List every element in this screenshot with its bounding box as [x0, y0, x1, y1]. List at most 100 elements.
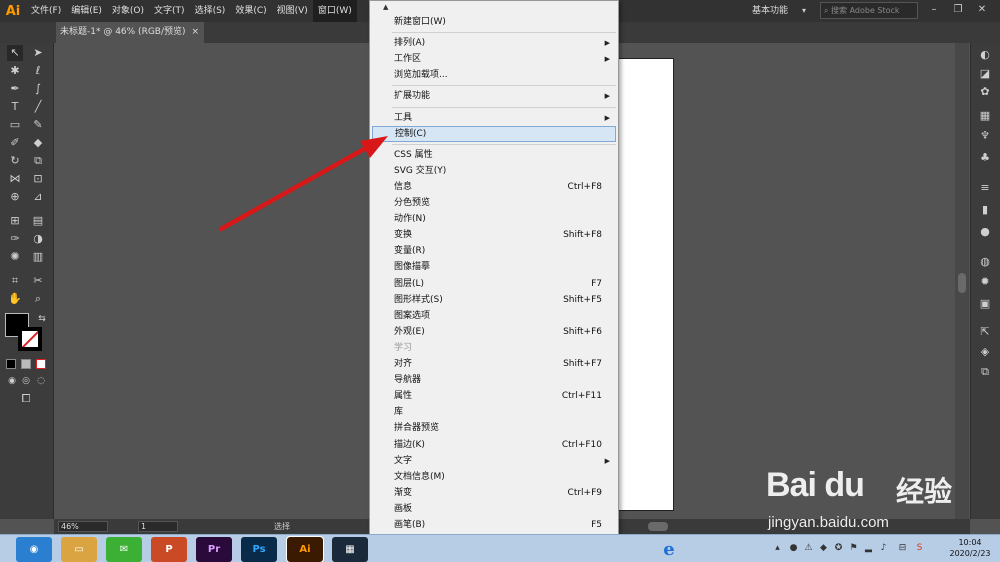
scroll-up-icon[interactable]: ▲ — [383, 3, 388, 11]
artboards-panel-icon[interactable]: ⧉ — [977, 364, 993, 380]
action-center-icon[interactable]: ⚑ — [848, 543, 859, 554]
eraser-tool-icon[interactable]: ◆ — [30, 135, 46, 151]
horizontal-scroll-thumb[interactable] — [648, 522, 668, 531]
direct-selection-tool-icon[interactable]: ➤ — [30, 45, 46, 61]
menu-edit[interactable]: 编辑(E) — [66, 0, 107, 22]
window-menu-item[interactable]: 库 — [372, 404, 616, 420]
chevron-down-icon[interactable]: ▾ — [802, 3, 806, 19]
minimize-icon[interactable]: – — [924, 2, 944, 18]
internet-explorer-button[interactable]: e — [651, 537, 687, 562]
curvature-tool-icon[interactable]: ∫ — [30, 81, 46, 97]
zoom-tool-icon[interactable]: ⌕ — [30, 291, 46, 307]
close-icon[interactable]: ✕ — [972, 2, 992, 18]
stroke-color-swatch[interactable] — [18, 327, 42, 351]
window-menu-item[interactable]: 画笔(B) F5 — [372, 517, 616, 533]
sogou-ime-icon[interactable]: S — [914, 543, 925, 554]
shape-builder-tool-icon[interactable]: ⊕ — [7, 189, 23, 205]
artboard[interactable] — [612, 58, 674, 511]
layers-panel-icon[interactable]: ◈ — [977, 344, 993, 360]
window-menu-item[interactable]: 画板 — [372, 501, 616, 517]
symbols-panel-icon[interactable]: ♣ — [977, 150, 993, 166]
document-tab[interactable]: 未标题-1* @ 46% (RGB/预览) × — [56, 22, 204, 43]
powerpoint-taskbar-button[interactable]: P — [151, 537, 187, 562]
width-tool-icon[interactable]: ⋈ — [7, 171, 23, 187]
swap-colors-icon[interactable]: ⇆ — [34, 311, 50, 327]
window-menu-item[interactable]: 扩展功能 ▶ — [372, 88, 616, 104]
artboard-tool-icon[interactable]: ⌗ — [7, 273, 23, 289]
volume-icon[interactable]: ♪ — [878, 543, 889, 554]
blend-tool-icon[interactable]: ◑ — [30, 231, 46, 247]
brushes-panel-icon[interactable]: ♆ — [977, 128, 993, 144]
illustrator-taskbar-button[interactable]: Ai — [286, 536, 324, 562]
menu-file[interactable]: 文件(F) — [26, 0, 66, 22]
window-menu-item[interactable]: 信息 Ctrl+F8 — [372, 179, 616, 195]
eyedropper-tool-icon[interactable]: ✑ — [7, 231, 23, 247]
video-editor-taskbar-button[interactable]: ▦ — [332, 537, 368, 562]
draw-inside-icon[interactable]: ◌ — [33, 373, 49, 389]
close-tab-icon[interactable]: × — [191, 22, 199, 43]
window-menu-item[interactable]: 外观(E) Shift+F6 — [372, 324, 616, 340]
transparency-panel-icon[interactable]: ● — [977, 224, 993, 240]
selection-tool-icon[interactable]: ↖ — [7, 45, 23, 61]
window-menu-item[interactable]: 文字 ▶ — [372, 453, 616, 469]
menu-window[interactable]: 窗口(W) — [312, 0, 357, 22]
vertical-scrollbar[interactable] — [955, 43, 969, 519]
layers-grid-icon[interactable]: ▣ — [977, 296, 993, 312]
window-menu-item[interactable]: 变量(R) — [372, 243, 616, 259]
pen-tool-icon[interactable]: ✒ — [7, 81, 23, 97]
hand-tool-icon[interactable]: ✋ — [7, 291, 23, 307]
menu-effect[interactable]: 效果(C) — [230, 0, 271, 22]
perspective-grid-tool-icon[interactable]: ⊿ — [30, 189, 46, 205]
window-menu-item[interactable]: 排列(A) ▶ — [372, 35, 616, 51]
none-mode-icon[interactable] — [36, 359, 46, 369]
window-menu-item[interactable]: 浏览加载项... — [372, 67, 616, 83]
workspace-switcher[interactable]: 基本功能 — [752, 3, 788, 19]
mesh-tool-icon[interactable]: ⊞ — [7, 213, 23, 229]
gradient-mode-icon[interactable] — [21, 359, 31, 369]
qq-tray-icon[interactable]: ● — [788, 543, 799, 554]
artboard-number-field[interactable]: 1 — [138, 521, 178, 532]
maximize-icon[interactable]: ❐ — [948, 2, 968, 18]
window-menu-item[interactable]: 工作区 ▶ — [372, 51, 616, 67]
stroke-panel-icon[interactable]: ≡ — [977, 180, 993, 196]
window-menu-item[interactable]: 拼合器预览 — [372, 420, 616, 436]
window-menu-item[interactable]: SVG 交互(Y) — [372, 163, 616, 179]
graphic-styles-icon[interactable]: ✹ — [977, 274, 993, 290]
network-status-icon[interactable]: ⚠ — [803, 543, 814, 554]
magic-wand-tool-icon[interactable]: ✱ — [7, 63, 23, 79]
window-menu-item[interactable]: 导航器 — [372, 372, 616, 388]
window-menu-item[interactable]: 控制(C) — [372, 125, 616, 142]
window-menu-item[interactable]: 变换 Shift+F8 — [372, 227, 616, 243]
browser-taskbar-button[interactable]: ◉ — [16, 537, 52, 562]
symbol-sprayer-tool-icon[interactable]: ✺ — [7, 249, 23, 265]
window-menu-item[interactable]: 工具 ▶ — [372, 110, 616, 126]
scale-tool-icon[interactable]: ⧉ — [30, 153, 46, 169]
shaper-tool-icon[interactable]: ✐ — [7, 135, 23, 151]
color-mode-icon[interactable] — [6, 359, 16, 369]
tray-chevron-icon[interactable]: ▴ — [772, 543, 783, 554]
sync-tray-icon[interactable]: ✪ — [833, 543, 844, 554]
type-tool-icon[interactable]: T — [7, 99, 23, 115]
wechat-taskbar-button[interactable]: ✉ — [106, 537, 142, 562]
window-menu-item[interactable]: CSS 属性 — [372, 147, 616, 163]
slice-tool-icon[interactable]: ✂ — [30, 273, 46, 289]
color-panel-icon[interactable]: ◐ — [977, 47, 993, 63]
window-menu-item[interactable]: 新建窗口(W) — [372, 14, 616, 30]
menu-type[interactable]: 文字(T) — [149, 0, 190, 22]
window-menu-item[interactable]: 图案选项 — [372, 308, 616, 324]
file-explorer-taskbar-button[interactable]: ▭ — [61, 537, 97, 562]
menu-object[interactable]: 对象(O) — [107, 0, 149, 22]
paintbrush-tool-icon[interactable]: ✎ — [30, 117, 46, 133]
premiere-taskbar-button[interactable]: Pr — [196, 537, 232, 562]
window-menu-item[interactable]: 渐变 Ctrl+F9 — [372, 485, 616, 501]
window-menu-item[interactable]: 图层(L) F7 — [372, 276, 616, 292]
window-menu-item[interactable]: 动作(N) — [372, 211, 616, 227]
window-menu-item[interactable]: 属性 Ctrl+F11 — [372, 388, 616, 404]
rotate-tool-icon[interactable]: ↻ — [7, 153, 23, 169]
window-menu-item[interactable]: 描边(K) Ctrl+F10 — [372, 437, 616, 453]
column-graph-tool-icon[interactable]: ▥ — [30, 249, 46, 265]
window-menu-item[interactable]: 分色预览 — [372, 195, 616, 211]
window-menu-item[interactable]: 对齐 Shift+F7 — [372, 356, 616, 372]
zoom-level-field[interactable]: 46% — [58, 521, 108, 532]
gradient-tool-icon[interactable]: ▤ — [30, 213, 46, 229]
